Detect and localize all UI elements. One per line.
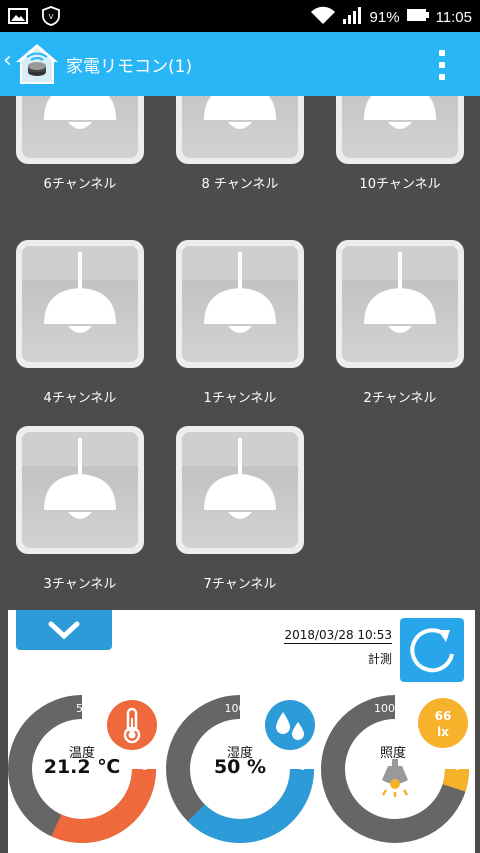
image-notification-icon xyxy=(8,8,28,28)
channel-label: 7チャンネル xyxy=(203,577,277,592)
collapse-panel-button[interactable] xyxy=(16,610,112,650)
channel-label: 1チャンネル xyxy=(203,391,277,406)
channel-light-button[interactable] xyxy=(16,426,144,554)
ceiling-lamp-icon xyxy=(204,96,276,129)
channel-tile[interactable]: 7チャンネル xyxy=(160,422,320,608)
lux-unit: lx xyxy=(437,725,449,739)
chevron-down-icon xyxy=(48,621,80,640)
channel-label: 10チャンネル xyxy=(359,177,441,192)
channel-tile[interactable]: 1チャンネル xyxy=(160,236,320,422)
battery-percent: 91% xyxy=(369,8,400,26)
channel-tile[interactable]: 10チャンネル xyxy=(320,96,480,218)
clock: 11:05 xyxy=(435,8,472,26)
ceiling-lamp-icon xyxy=(342,246,458,333)
gauge-value: 50 % xyxy=(213,756,267,778)
thermometer-badge xyxy=(107,700,157,750)
gauge-max: 50 xyxy=(76,702,90,715)
measurement-label: 計測 xyxy=(367,652,392,666)
ceiling-lamp-icon xyxy=(22,432,138,519)
channel-light-button[interactable] xyxy=(336,240,464,368)
channel-light-button[interactable] xyxy=(336,96,464,164)
gauge-min: 0 xyxy=(454,760,461,773)
water-drop-badge xyxy=(265,700,315,750)
gauge-min: 0 xyxy=(141,760,148,773)
humidity-gauge: 100 0 湿度 50 % xyxy=(165,694,315,844)
status-bar: V 91% 11:05 xyxy=(0,0,480,32)
channel-label: 4チャンネル xyxy=(43,391,117,406)
illuminance-gauge: 1000 0 66 lx 照度 xyxy=(320,694,470,844)
battery-icon xyxy=(406,7,430,27)
wifi-icon xyxy=(310,5,336,29)
channel-light-button[interactable] xyxy=(16,96,144,164)
channel-tile[interactable]: 4チャンネル xyxy=(0,236,160,422)
channel-label: 6チャンネル xyxy=(43,177,117,192)
channel-light-button[interactable] xyxy=(176,96,304,164)
channel-grid: 6チャンネル 8 チャンネル 10チャンネル 4チャンネル 1チャンネル 2チャ… xyxy=(0,96,480,608)
ceiling-lamp-icon xyxy=(182,246,298,333)
channel-light-button[interactable] xyxy=(16,240,144,368)
temperature-gauge: 50 0 温度 21.2 ℃ xyxy=(7,694,157,844)
app-title: 家電リモコン(1) xyxy=(66,57,193,77)
vpn-shield-icon: V xyxy=(42,6,60,30)
gauge-value: 21.2 ℃ xyxy=(43,756,121,778)
thermometer-icon xyxy=(123,707,141,744)
back-icon[interactable]: ‹ xyxy=(3,50,12,72)
refresh-icon xyxy=(410,628,454,673)
gauge-max: 100 xyxy=(224,702,246,715)
channel-label: 8 チャンネル xyxy=(201,177,279,192)
ceiling-lamp-icon xyxy=(182,432,298,519)
refresh-button[interactable] xyxy=(400,618,464,682)
gauge-min: 0 xyxy=(299,760,306,773)
channel-tile[interactable]: 6チャンネル xyxy=(0,96,160,218)
channel-light-button[interactable] xyxy=(176,240,304,368)
channel-label: 2チャンネル xyxy=(363,391,437,406)
sensor-panel: 2018/03/28 10:53 計測 50 0 温度 21.2 ℃ 100 0… xyxy=(8,610,475,853)
water-drop-icon xyxy=(276,712,304,740)
svg-text:V: V xyxy=(49,13,54,21)
signal-icon xyxy=(342,5,364,29)
ceiling-lamp-icon xyxy=(364,96,436,129)
measurement-timestamp: 2018/03/28 10:53 xyxy=(284,628,392,644)
overflow-menu-icon[interactable] xyxy=(432,48,452,82)
app-logo-icon[interactable] xyxy=(14,42,60,86)
channel-tile[interactable]: 3チャンネル xyxy=(0,422,160,608)
lux-badge: 66 lx xyxy=(418,698,468,748)
channel-tile[interactable]: 2チャンネル xyxy=(320,236,480,422)
channel-tile[interactable]: 8 チャンネル xyxy=(160,96,320,218)
gauge-max: 1000 xyxy=(374,702,402,715)
light-bulb-icon xyxy=(381,759,409,797)
lux-value: 66 xyxy=(434,709,452,723)
ceiling-lamp-icon xyxy=(44,96,116,129)
channel-label: 3チャンネル xyxy=(43,577,117,592)
app-bar: ‹ 家電リモコン(1) xyxy=(0,32,480,96)
channel-light-button[interactable] xyxy=(176,426,304,554)
ceiling-lamp-icon xyxy=(22,246,138,333)
